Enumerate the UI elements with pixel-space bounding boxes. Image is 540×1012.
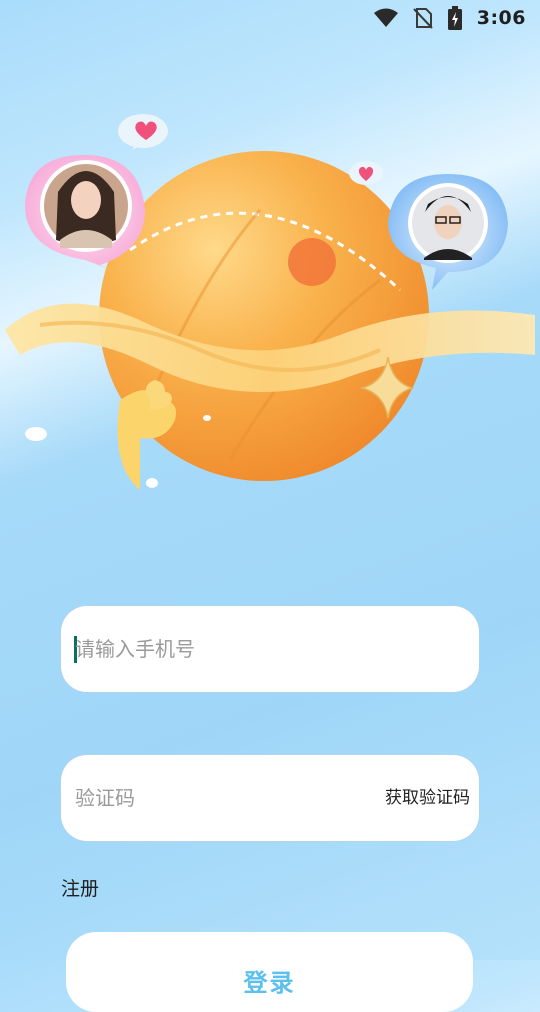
status-time: 3:06 [476,7,526,29]
login-button[interactable]: 登录 [66,932,473,1012]
verification-code-input[interactable] [75,755,365,841]
phone-field[interactable] [61,606,479,692]
verification-code-field[interactable]: 获取验证码 [61,755,479,841]
heart-bubble-icon [349,161,383,185]
get-code-button[interactable]: 获取验证码 [385,755,470,841]
heart-bubble-icon [118,114,168,150]
register-link[interactable]: 注册 [61,874,99,901]
planet-illustration [5,114,535,490]
wifi-icon [373,8,399,28]
battery-charging-icon [447,6,463,30]
status-bar: 3:06 [0,0,540,36]
no-sim-icon [413,7,433,29]
phone-input[interactable] [75,606,365,692]
